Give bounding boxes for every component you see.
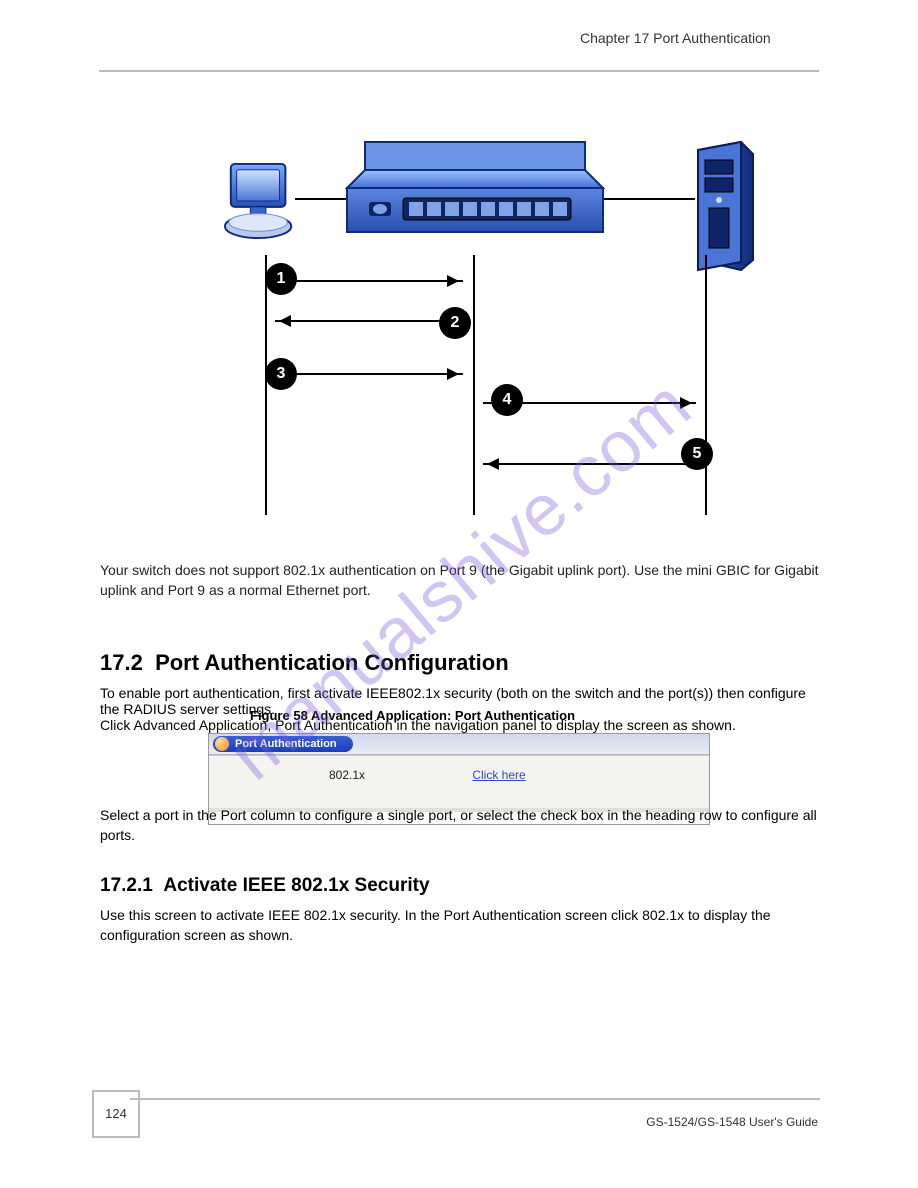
client-pc-icon bbox=[223, 162, 301, 250]
step-circle-5: 5 bbox=[681, 438, 713, 470]
chapter-header: Chapter 17 Port Authentication bbox=[580, 30, 771, 46]
header-rule bbox=[99, 70, 819, 72]
click-here-link[interactable]: Click here bbox=[472, 768, 525, 782]
switch-icon bbox=[345, 140, 605, 236]
step-circle-3: 3 bbox=[265, 358, 297, 390]
arrow-5 bbox=[483, 463, 696, 465]
section-heading: 17.2 Port Authentication Configuration bbox=[100, 650, 509, 676]
arrow-1 bbox=[275, 280, 463, 282]
panel-title-pill: Port Authentication bbox=[213, 736, 353, 752]
wire-switch-server bbox=[603, 198, 695, 200]
step-circle-4: 4 bbox=[491, 384, 523, 416]
subsection-text: Use this screen to activate IEEE 802.1x … bbox=[100, 905, 820, 946]
arrow-3 bbox=[275, 373, 463, 375]
footer-rule bbox=[130, 1098, 820, 1100]
timeline-switch bbox=[473, 255, 475, 515]
page-number: 124 bbox=[92, 1090, 140, 1138]
step-circle-1: 1 bbox=[265, 263, 297, 295]
step-circle-2: 2 bbox=[439, 307, 471, 339]
timeline-client bbox=[265, 255, 267, 515]
timeline-server bbox=[705, 255, 707, 515]
panel-body: 802.1x Click here bbox=[209, 755, 709, 811]
subsection-number: 17.2.1 bbox=[100, 875, 153, 896]
footer-manual: GS-1524/GS-1548 User's Guide bbox=[646, 1115, 818, 1129]
after-figure-text: Select a port in the Port column to conf… bbox=[100, 805, 820, 846]
section-number: 17.2 bbox=[100, 650, 143, 675]
figure-caption: Figure 58 Advanced Application: Port Aut… bbox=[250, 708, 575, 723]
auth-flow-diagram: 1 2 3 4 5 bbox=[225, 140, 745, 540]
section-title: Port Authentication Configuration bbox=[155, 650, 509, 675]
arrow-2 bbox=[275, 320, 463, 322]
panel-titlebar: Port Authentication bbox=[209, 734, 709, 755]
server-icon bbox=[693, 140, 758, 275]
row-label: 802.1x bbox=[329, 768, 469, 782]
body-paragraph: Your switch does not support 802.1x auth… bbox=[100, 560, 820, 601]
subsection-heading: 17.2.1 Activate IEEE 802.1x Security bbox=[100, 875, 430, 897]
subsection-title: Activate IEEE 802.1x Security bbox=[163, 875, 429, 896]
